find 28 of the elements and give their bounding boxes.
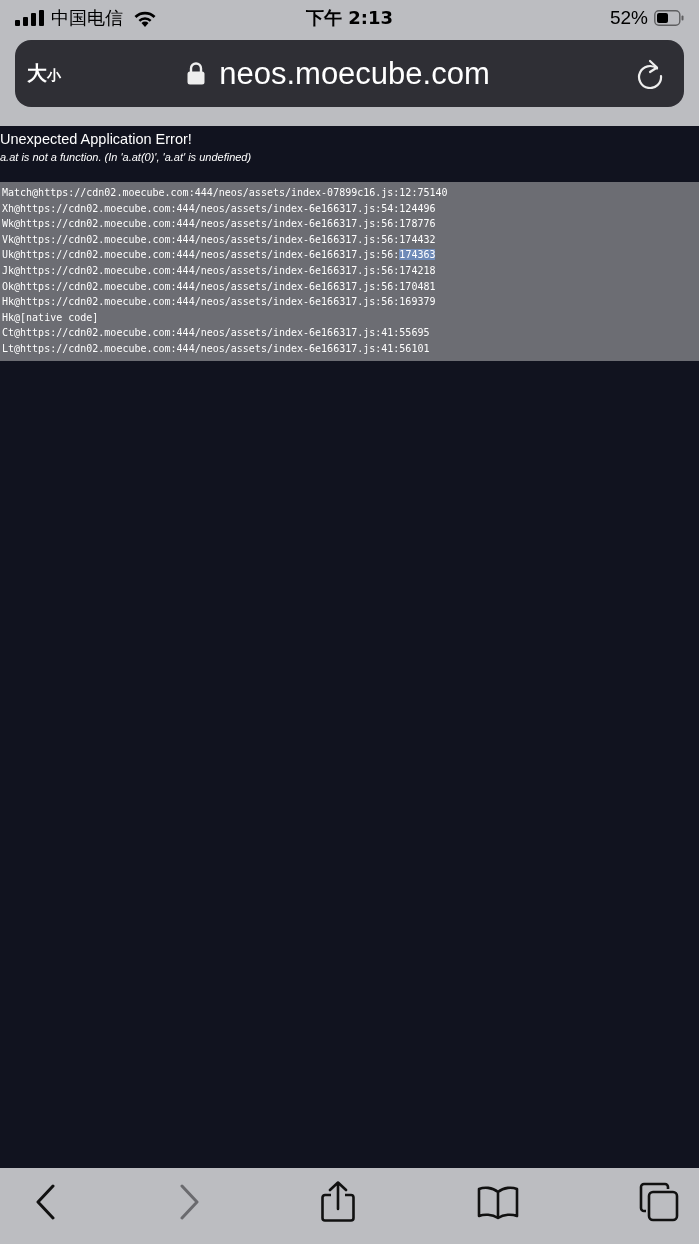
stack-trace-line: Lt@https://cdn02.moecube.com:444/neos/assets/index-6e166317.js:41:56101 [2,341,431,356]
stack-trace-line: Match@https://cdn02.moecube.com:444/neos/assets/index-07899c16.js:12:75140 [2,186,449,200]
tabs-button[interactable] [639,1182,679,1222]
stack-trace-line: Ct@https://cdn02.moecube.com:444/neos/assets/index-6e166317.js:41:55695 [2,326,431,341]
stack-trace-line: Vk@https://cdn02.moecube.com:444/neos/assets/index-6e166317.js:56:174432 [2,232,437,247]
battery-icon [654,10,684,26]
url-text: neos.moecube.com [219,55,490,92]
clock-time: 下午 2:13 [305,6,393,30]
stack-trace-line: Ok@https://cdn02.moecube.com:444/neos/assets/index-6e166317.js:56:170481 [2,279,437,294]
signal-icon [15,10,45,26]
bookmarks-button[interactable] [476,1184,519,1220]
text-size-button[interactable]: 大小 [27,60,61,87]
stack-trace-line: Uk@https://cdn02.moecube.com:444/neos/assets/index-6e166317.js:56:174363 [2,248,437,263]
error-title: Unexpected Application Error! [0,130,193,149]
address-bar[interactable]: 大小 neos.moecube.com [15,40,684,107]
lock-icon [187,62,206,85]
reload-icon[interactable] [636,58,664,89]
battery-percentage: 52% [609,7,648,29]
error-message: a.at is not a function. (In 'a.at(0)', 'a.at' is undefined) [0,150,253,165]
share-button[interactable] [320,1181,356,1223]
stack-trace-line: Wk@https://cdn02.moecube.com:444/neos/assets/index-6e166317.js:56:178776 [2,217,437,232]
wifi-icon [133,9,157,27]
stack-trace-line: Hk@[native code] [2,310,100,325]
back-button[interactable] [35,1184,57,1220]
stack-trace-line: Jk@https://cdn02.moecube.com:444/neos/assets/index-6e166317.js:56:174218 [2,263,437,278]
stack-trace-line: Xh@https://cdn02.moecube.com:444/neos/assets/index-6e166317.js:54:124496 [2,201,437,216]
carrier-name: 中国电信 [51,6,123,30]
stack-trace-line: Hk@https://cdn02.moecube.com:444/neos/assets/index-6e166317.js:56:169379 [2,295,437,310]
